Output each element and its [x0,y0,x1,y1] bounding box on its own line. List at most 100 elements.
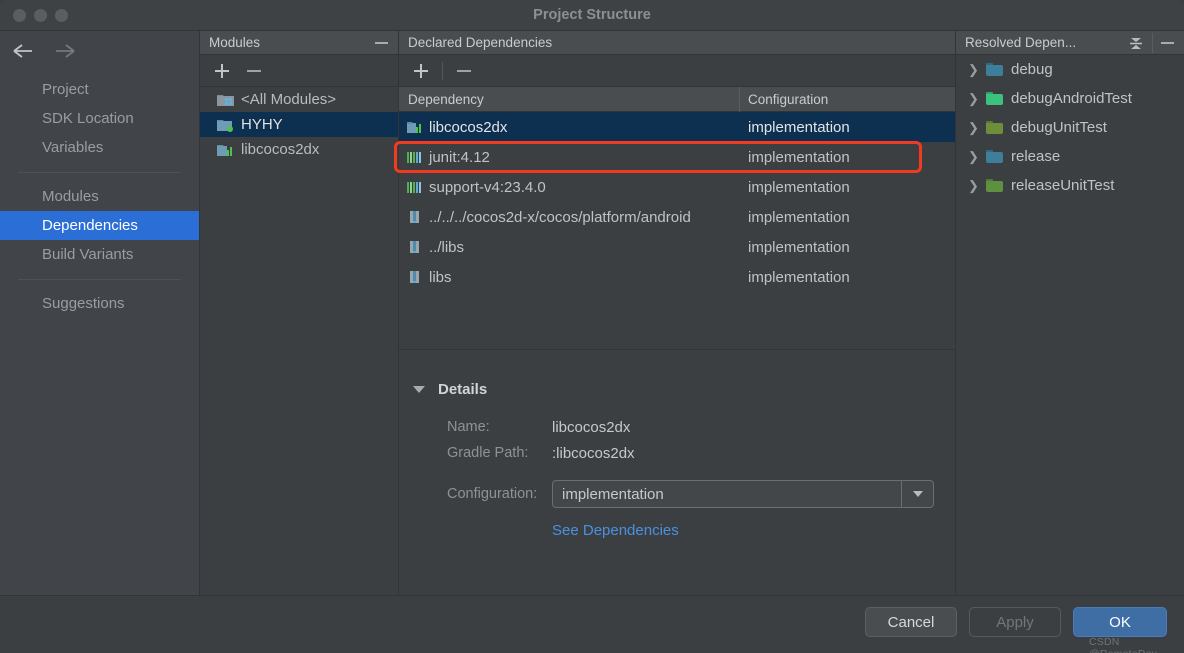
forward-arrow-icon[interactable] [52,40,78,62]
dependency-cell: ../../../cocos2d-x/cocos/platform/androi… [399,209,740,226]
resolved-item-label: debug [1011,61,1053,78]
details-name-label: Name: [447,419,490,435]
module-label: <All Modules> [241,91,337,108]
sidebar-item-suggestions[interactable]: Suggestions [0,289,199,318]
jar-file-icon [410,271,419,283]
dependency-name: junit:4.12 [429,148,490,166]
dependency-cell: ../libs [399,239,740,256]
minus-icon[interactable] [453,60,475,82]
minimize-icon[interactable] [1161,41,1174,44]
declared-dependencies-panel: Declared Dependencies Dependency Configu… [394,31,956,595]
configuration-value: implementation [562,485,664,503]
modules-toolbar [200,55,398,87]
configuration-cell: implementation [748,268,850,286]
resolved-item-debugandroidtest[interactable]: ❯ debugAndroidTest [956,84,1184,113]
column-header-dependency[interactable]: Dependency [399,86,740,112]
table-row[interactable]: libcocos2dx implementation [399,112,955,142]
ok-button[interactable]: OK [1073,607,1167,637]
declared-panel-title: Declared Dependencies [408,35,553,50]
table-row[interactable]: ../libs implementation [399,232,955,262]
sidebar-item-sdk-location[interactable]: SDK Location [0,104,199,133]
resolved-item-label: debugAndroidTest [1011,90,1132,107]
chevron-right-icon[interactable]: ❯ [968,91,979,107]
modules-list: <All Modules> HYHY libcocos2dx [200,87,398,162]
table-row[interactable]: libs implementation [399,262,955,292]
module-label: libcocos2dx [241,141,320,158]
dependencies-table-header: Dependency Configuration [399,86,955,112]
resolved-list: ❯ debug ❯ debugAndroidTest ❯ debugUnitTe… [956,55,1184,200]
watermark: CSDN @RemoteDev [1089,636,1157,653]
minimize-icon[interactable] [375,41,388,44]
dialog-footer: Cancel Apply OK [0,595,1184,653]
sidebar-divider [18,279,181,280]
details-gradle-path-row: Gradle Path: :libcocos2dx [447,440,956,466]
toolbar-divider [442,61,443,80]
configuration-select[interactable]: implementation [552,480,934,508]
details-gradle-path-label: Gradle Path: [447,445,529,461]
chevron-right-icon[interactable]: ❯ [968,62,979,78]
module-item-all-modules[interactable]: <All Modules> [200,87,398,112]
dependency-name: support-v4:23.4.0 [429,178,546,196]
details-name-row: Name: libcocos2dx [447,414,956,440]
sidebar-item-variables[interactable]: Variables [0,133,199,162]
back-arrow-icon[interactable] [10,40,36,62]
dependency-cell: support-v4:23.4.0 [399,179,740,196]
sidebar-item-build-variants[interactable]: Build Variants [0,240,199,269]
cancel-button[interactable]: Cancel [865,607,957,637]
module-folder-icon [217,119,233,132]
folder-icon [986,179,1003,192]
resolved-item-label: debugUnitTest [1011,119,1107,136]
details-name-value: libcocos2dx [552,418,631,436]
library-icon [407,182,421,193]
chevron-right-icon[interactable]: ❯ [968,178,979,194]
triangle-down-icon[interactable] [413,386,425,393]
module-item-libcocos2dx[interactable]: libcocos2dx [200,137,398,162]
sidebar-nav-list: Project SDK Location Variables Modules D… [0,75,199,318]
sidebar-item-modules[interactable]: Modules [0,182,199,211]
library-icon [407,152,421,163]
window-title: Project Structure [533,7,651,23]
dependencies-table-body: libcocos2dx implementation junit:4.12 im… [394,112,955,292]
details-gradle-path-value: :libcocos2dx [552,444,635,462]
minus-icon[interactable] [243,60,265,82]
see-dependencies-link[interactable]: See Dependencies [447,514,956,539]
module-item-hyhy[interactable]: HYHY [200,112,398,137]
dependency-name: ../../../cocos2d-x/cocos/platform/androi… [429,208,691,226]
resolved-item-release[interactable]: ❯ release [956,142,1184,171]
header-divider [1152,32,1153,53]
resolved-dependencies-panel: Resolved Depen... ❯ debug ❯ debugAndroid… [956,31,1184,595]
chevron-right-icon[interactable]: ❯ [968,120,979,136]
sidebar-item-dependencies[interactable]: Dependencies [0,211,199,240]
jar-file-icon [410,211,419,223]
modules-panel-header: Modules [200,31,398,55]
chevron-down-icon[interactable] [901,481,933,507]
dependency-cell: libcocos2dx [399,119,740,136]
chevron-right-icon[interactable]: ❯ [968,149,979,165]
table-row[interactable]: junit:4.12 implementation [394,141,955,173]
folder-icon [986,63,1003,76]
resolved-panel-header: Resolved Depen... [956,31,1184,55]
collapse-all-icon[interactable] [1127,34,1145,52]
dependency-name: libs [429,268,452,286]
project-structure-dialog: Project Structure Project SDK Location V… [0,0,1184,653]
dependency-name: ../libs [429,238,465,256]
plus-icon[interactable] [410,60,432,82]
navigation-arrows[interactable] [10,40,78,62]
declared-toolbar [399,55,955,87]
module-icon [407,122,421,133]
resolved-item-debug[interactable]: ❯ debug [956,55,1184,84]
left-sidebar: Project SDK Location Variables Modules D… [0,31,200,595]
module-label: HYHY [241,116,283,133]
sidebar-item-project[interactable]: Project [0,75,199,104]
plus-icon[interactable] [211,60,233,82]
modules-panel: Modules <All Modules> HYHY libcocos2dx [200,31,399,595]
jar-file-icon [410,241,419,253]
configuration-cell: implementation [748,238,850,256]
column-header-configuration[interactable]: Configuration [740,92,828,107]
table-row[interactable]: support-v4:23.4.0 implementation [399,172,955,202]
details-header[interactable]: Details [399,350,956,398]
resolved-item-releaseunittest[interactable]: ❯ releaseUnitTest [956,171,1184,200]
dependency-cell: libs [399,269,740,286]
resolved-item-debugunittest[interactable]: ❯ debugUnitTest [956,113,1184,142]
table-row[interactable]: ../../../cocos2d-x/cocos/platform/androi… [399,202,955,232]
